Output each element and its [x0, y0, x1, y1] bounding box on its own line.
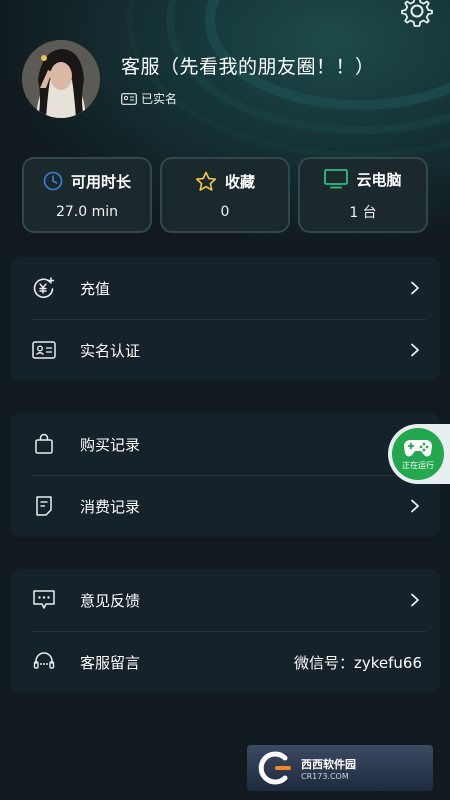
star-icon	[195, 171, 217, 191]
support-card: 意见反馈 客服留言 微信号：zykefu66	[10, 569, 440, 693]
monitor-icon	[324, 169, 349, 189]
purchase-label: 购买记录	[80, 435, 141, 454]
watermark-logo: 西西软件园 CR173.COM	[247, 745, 433, 791]
profile-name: 客服（先看我的朋友圈！！）	[121, 56, 375, 78]
stat-cloud-pc[interactable]: 云电脑 1 台	[298, 157, 428, 233]
recharge-label: 充值	[80, 279, 111, 298]
chevron-right-icon	[411, 343, 419, 357]
clock-icon	[43, 171, 63, 191]
service-row[interactable]: 客服留言 微信号：zykefu66	[10, 631, 440, 693]
consume-row[interactable]: 消费记录	[10, 475, 440, 537]
running-float-button[interactable]: 正在运行	[388, 424, 450, 484]
stat-favorites-value: 0	[220, 203, 230, 220]
recharge-icon	[33, 277, 55, 298]
gamepad-icon	[404, 439, 432, 456]
shopping-bag-icon	[35, 433, 53, 454]
gear-icon[interactable]	[400, 0, 434, 28]
feedback-label: 意见反馈	[80, 591, 141, 610]
watermark-brand: 西西软件园	[301, 757, 356, 771]
avatar-image	[22, 40, 100, 118]
recharge-row[interactable]: 充值	[10, 257, 440, 319]
chevron-right-icon	[411, 281, 419, 295]
chevron-right-icon	[411, 593, 419, 607]
stat-favorites[interactable]: 收藏 0	[160, 157, 290, 233]
receipt-icon	[36, 496, 52, 516]
watermark-c-icon	[258, 751, 291, 785]
stat-cloud-pc-value: 1 台	[349, 204, 377, 221]
id-card-icon	[121, 92, 137, 105]
stat-cloud-pc-label: 云电脑	[356, 170, 402, 189]
headset-icon	[33, 652, 55, 669]
wechat-id: 微信号：zykefu66	[293, 653, 422, 672]
stat-time-label: 可用时长	[70, 172, 131, 191]
avatar[interactable]	[22, 40, 100, 118]
realname-row[interactable]: 实名认证	[10, 319, 440, 381]
chevron-right-icon	[411, 499, 419, 513]
stats-row: 可用时长 27.0 min 收藏 0 云电脑 1 台	[22, 157, 428, 233]
id-card-icon	[32, 341, 56, 359]
feedback-row[interactable]: 意见反馈	[10, 569, 440, 631]
consume-label: 消费记录	[80, 497, 141, 516]
running-label: 正在运行	[402, 460, 434, 470]
stat-time-value: 27.0 min	[55, 203, 119, 220]
stat-time[interactable]: 可用时长 27.0 min	[22, 157, 152, 233]
records-card: 购买记录 消费记录	[10, 413, 440, 537]
feedback-icon	[33, 590, 55, 609]
stat-favorites-label: 收藏	[224, 172, 255, 191]
account-card: 充值 实名认证	[10, 257, 440, 381]
watermark-site: CR173.COM	[301, 771, 349, 781]
service-label: 客服留言	[80, 653, 141, 672]
verified-badge: 已实名	[121, 90, 177, 107]
purchase-row[interactable]: 购买记录	[10, 413, 440, 475]
realname-label: 实名认证	[80, 341, 141, 360]
verified-label: 已实名	[141, 92, 178, 106]
